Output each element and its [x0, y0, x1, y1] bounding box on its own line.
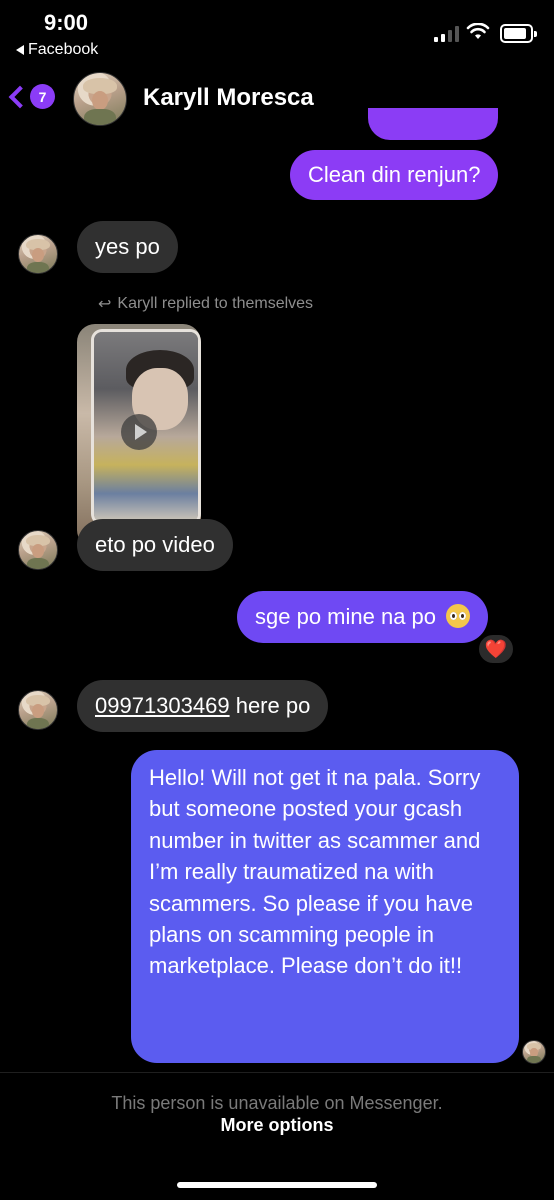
more-options-button[interactable]: More options: [0, 1115, 554, 1136]
back-app-label: Facebook: [28, 41, 99, 58]
message-bubble-partial[interactable]: [368, 108, 498, 140]
cellular-signal-icon: [434, 25, 459, 42]
back-button[interactable]: 7: [8, 84, 55, 109]
unread-count-badge: 7: [30, 84, 55, 109]
message-bubble-outgoing[interactable]: Hello! Will not get it na pala. Sorry bu…: [131, 750, 519, 1063]
divider: [0, 1072, 554, 1073]
message-text: sge po mine na po: [255, 604, 437, 629]
chevron-left-icon: [8, 85, 32, 108]
sender-avatar: [18, 690, 58, 730]
phone-number-link[interactable]: 09971303469: [95, 693, 230, 718]
contact-avatar[interactable]: [73, 72, 127, 126]
message-bubble-incoming[interactable]: yes po: [77, 221, 178, 273]
battery-icon: [500, 24, 537, 43]
pleading-face-emoji-icon: [446, 604, 471, 628]
status-time: 9:00: [44, 10, 89, 35]
sender-avatar: [18, 530, 58, 570]
message-bubble-incoming[interactable]: eto po video: [77, 519, 233, 571]
back-to-app-link[interactable]: Facebook: [16, 41, 98, 59]
video-attachment[interactable]: [77, 324, 201, 548]
heart-reaction[interactable]: ❤️: [476, 632, 516, 666]
reply-note: ↩ Karyll replied to themselves: [98, 294, 313, 314]
seen-receipt-avatar: [522, 1040, 546, 1064]
wifi-icon: [466, 23, 490, 39]
unavailable-notice: This person is unavailable on Messenger.: [111, 1093, 443, 1113]
message-bubble-incoming[interactable]: 09971303469 here po: [77, 680, 329, 732]
message-text: here po: [229, 693, 311, 718]
reply-arrow-icon: ↩: [98, 296, 112, 313]
contact-name[interactable]: Karyll Moresca: [143, 84, 314, 112]
play-icon[interactable]: [121, 414, 157, 450]
sender-avatar: [18, 234, 58, 274]
message-bubble-outgoing[interactable]: sge po mine na po: [237, 591, 489, 643]
back-triangle-icon: [16, 45, 24, 55]
reply-note-text: Karyll replied to themselves: [117, 295, 314, 312]
message-bubble-outgoing[interactable]: Clean din renjun?: [290, 150, 499, 200]
home-indicator[interactable]: [177, 1182, 377, 1188]
